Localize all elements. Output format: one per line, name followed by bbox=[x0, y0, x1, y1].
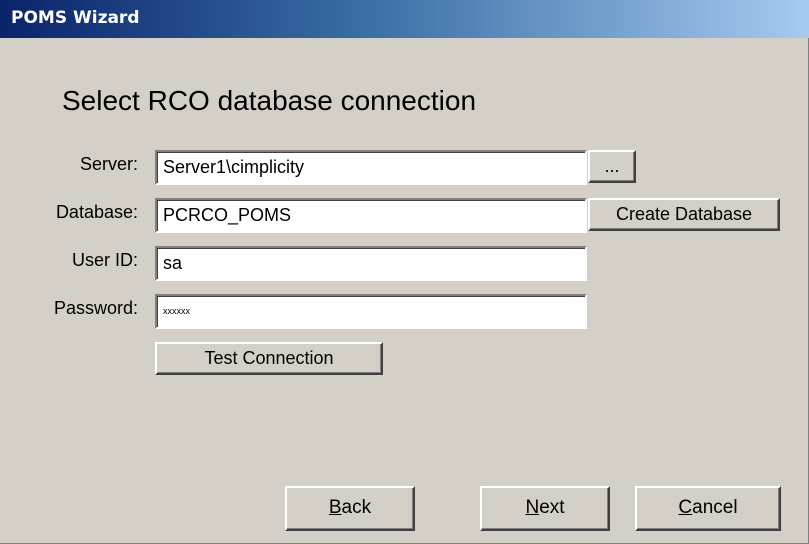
userid-field[interactable]: sa bbox=[155, 246, 587, 281]
cancel-button[interactable]: Cancel bbox=[635, 486, 781, 531]
next-label: Next bbox=[525, 488, 564, 528]
browse-button-label: ... bbox=[604, 156, 620, 176]
cancel-mnemonic: C bbox=[678, 497, 693, 518]
server-field[interactable]: Server1\cimplicity bbox=[155, 150, 587, 185]
test-connection-button[interactable]: Test Connection bbox=[155, 342, 383, 375]
database-field[interactable]: PCRCO_POMS bbox=[155, 198, 587, 233]
back-mnemonic: B bbox=[328, 497, 342, 518]
cancel-label-rest: ancel bbox=[692, 497, 738, 518]
userid-label: User ID: bbox=[71, 250, 138, 270]
server-label: Server: bbox=[79, 154, 138, 174]
back-label: Back bbox=[329, 488, 371, 528]
wizard-window: POMS Wizard Select RCO database connecti… bbox=[0, 0, 809, 544]
cancel-label: Cancel bbox=[678, 488, 737, 528]
next-button[interactable]: Next bbox=[480, 486, 610, 531]
window-title: POMS Wizard bbox=[11, 8, 140, 28]
next-mnemonic: N bbox=[525, 497, 540, 518]
create-database-label: Create Database bbox=[615, 204, 753, 224]
next-label-rest: ext bbox=[539, 497, 565, 518]
database-label: Database: bbox=[55, 202, 138, 222]
test-connection-label: Test Connection bbox=[204, 348, 334, 368]
browse-server-button[interactable]: ... bbox=[588, 150, 636, 183]
password-label: Password: bbox=[53, 298, 138, 318]
create-database-button[interactable]: Create Database bbox=[588, 198, 780, 231]
back-button[interactable]: Back bbox=[285, 486, 415, 531]
password-field[interactable]: xxxxxx bbox=[155, 294, 587, 329]
title-bar[interactable]: POMS Wizard bbox=[0, 0, 809, 38]
back-label-rest: ack bbox=[341, 497, 372, 518]
page-heading: Select RCO database connection bbox=[62, 85, 477, 116]
